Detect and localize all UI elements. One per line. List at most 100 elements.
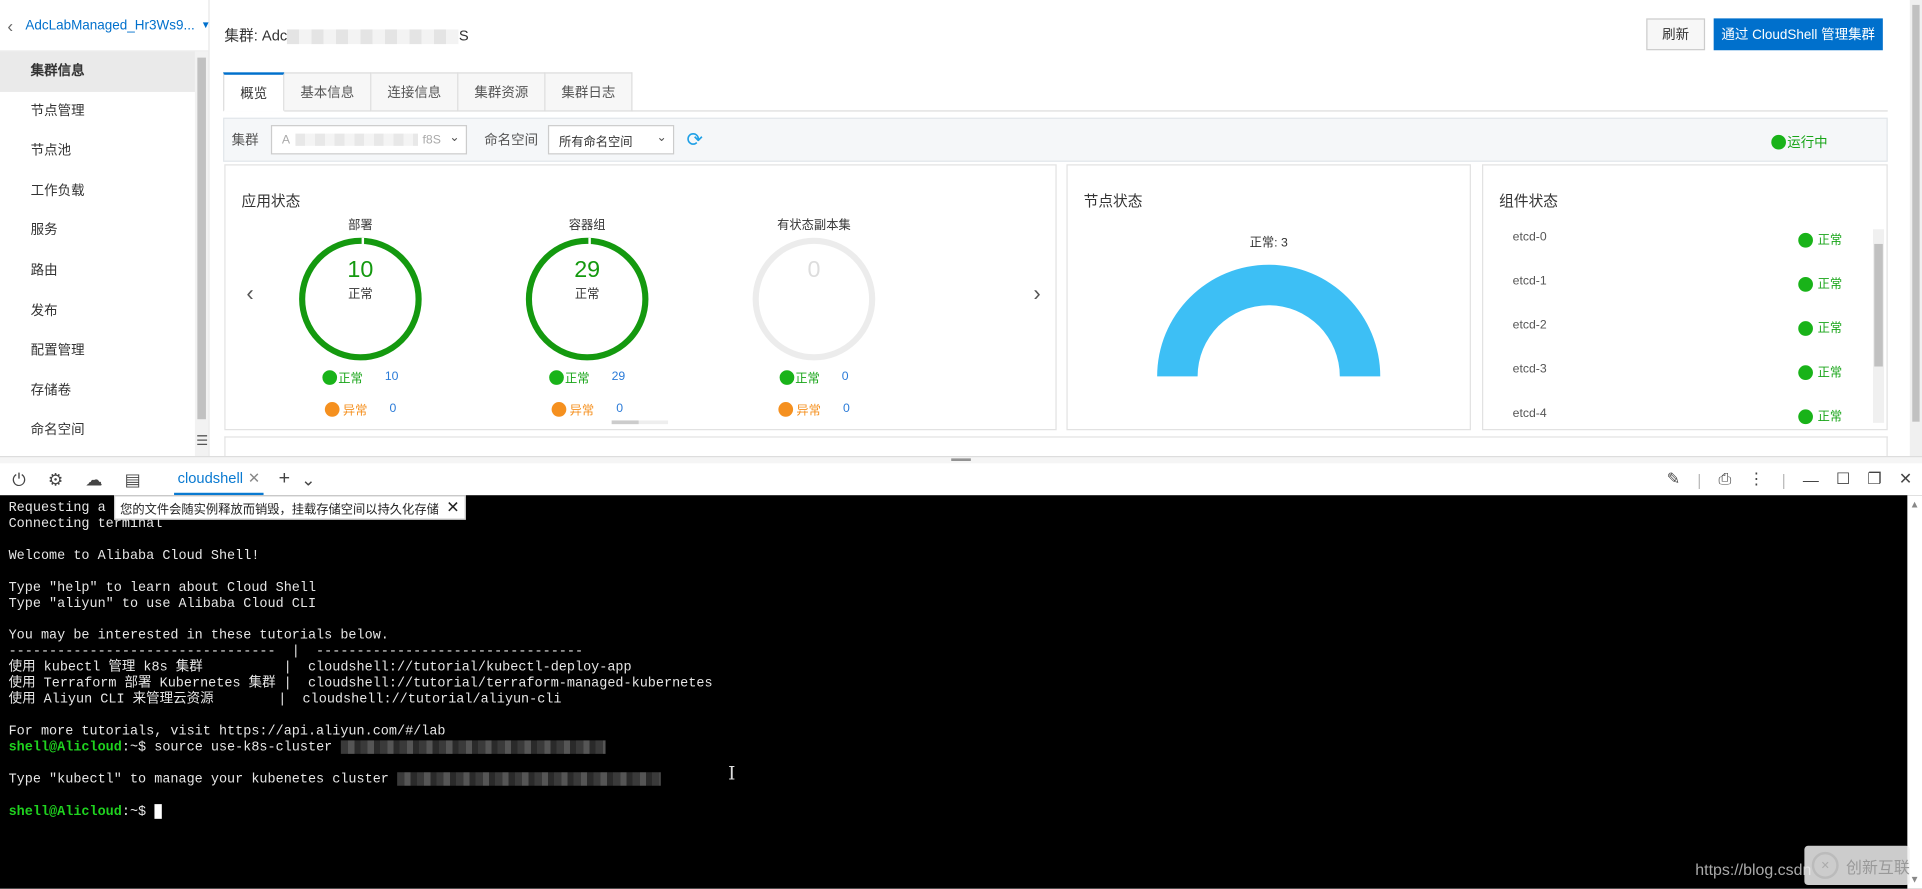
storage-tooltip: 您的文件会随实例释放而销毁，挂载存储空间以持久化存储 ✕ <box>113 495 466 520</box>
cloud-upload-icon[interactable]: ☁ <box>85 469 102 490</box>
sidebar-item-node-pool[interactable]: 节点池 <box>0 131 208 171</box>
scroll-up-icon[interactable]: ▲ <box>1910 499 1920 510</box>
tab-cluster-logs[interactable]: 集群日志 <box>545 72 633 112</box>
terminal-line: 使用 kubectl 管理 k8s 集群 | cloudshell://tuto… <box>8 660 632 676</box>
main-content: 集群: Adc S 刷新 通过 CloudShell 管理集群 概览 基本信息 连… <box>211 0 1910 456</box>
storage-icon[interactable]: ▤ <box>125 469 141 490</box>
ring-count: 29 <box>574 257 601 284</box>
refresh-icon[interactable]: ⟳ <box>686 127 702 152</box>
close-tooltip-icon[interactable]: ✕ <box>446 498 459 518</box>
shell-resize-handle[interactable] <box>0 455 1922 464</box>
tab-basic-info[interactable]: 基本信息 <box>284 72 372 112</box>
chevron-left-icon[interactable]: ‹ <box>246 281 253 307</box>
cluster-select[interactable]: A f8S ⌄ <box>270 125 468 155</box>
ring-count: 10 <box>347 257 374 284</box>
app-status-card: 应用状态 ‹ › 部署 10 正常 正常 10 异常 0 容器组 29 正常 正… <box>224 164 1057 431</box>
refresh-button[interactable]: 刷新 <box>1646 18 1706 51</box>
back-arrow-icon[interactable]: ‹ <box>7 15 13 35</box>
redacted-text <box>295 133 418 146</box>
logo-mark-icon: ✕ <box>1811 851 1839 879</box>
divider: | <box>1781 470 1786 489</box>
deployment-status: 部署 10 正常 正常 10 异常 0 <box>287 215 434 418</box>
component-status-card: 组件状态 etcd-0 正常 etcd-1 正常 etcd-2 正常 etcd-… <box>1481 164 1888 431</box>
terminal[interactable]: Requesting a Connecting terminal Welcome… <box>0 495 1922 889</box>
sidebar-item-namespaces[interactable]: 命名空间 <box>0 411 208 451</box>
tab-overview[interactable]: 概览 <box>223 72 285 112</box>
add-tab-icon[interactable]: + <box>279 468 290 490</box>
err-value[interactable]: 0 <box>843 402 850 415</box>
node-status-title: 节点状态 <box>1083 192 1143 210</box>
terminal-line: Welcome to Alibaba Cloud Shell! <box>8 549 260 564</box>
sidebar-item-releases[interactable]: 发布 <box>0 291 208 331</box>
page-scrollbar[interactable] <box>1909 0 1922 456</box>
shell-input: :~$ <box>121 805 155 820</box>
pod-ring: 29 正常 <box>525 237 649 361</box>
ok-dot-icon <box>1798 409 1813 425</box>
ok-dot-icon <box>322 369 338 385</box>
namespace-select[interactable]: 所有命名空间 ⌄ <box>547 125 675 155</box>
component-status-text: 正常 <box>1817 322 1843 336</box>
close-tab-icon[interactable]: ✕ <box>248 469 260 486</box>
cloudshell-manage-button[interactable]: 通过 CloudShell 管理集群 <box>1713 18 1883 51</box>
ok-label: 正常 <box>338 372 363 387</box>
scroll-down-icon[interactable]: ▼ <box>1910 874 1920 885</box>
component-status: 正常 <box>1798 362 1842 381</box>
tab-cluster-resources[interactable]: 集群资源 <box>458 72 546 112</box>
chevron-right-icon[interactable]: › <box>1033 281 1040 307</box>
print-icon[interactable]: ⎙ <box>1719 469 1732 489</box>
watermark-logo-text: 创新互联 <box>1846 857 1910 876</box>
sidebar-item-nodes[interactable]: 节点管理 <box>0 91 208 131</box>
tooltip-text: 您的文件会随实例释放而销毁，挂载存储空间以持久化存储 <box>120 503 439 517</box>
ok-dot-icon <box>1798 233 1813 249</box>
sidebar-item-config[interactable]: 配置管理 <box>0 331 208 371</box>
more-icon[interactable]: ⋮ <box>1748 469 1764 489</box>
component-row: etcd-3 正常 <box>1513 363 1844 381</box>
err-value[interactable]: 0 <box>389 402 396 415</box>
terminal-line: 使用 Aliyun CLI 来管理云资源 | cloudshell://tuto… <box>8 692 562 708</box>
sidebar-item-volumes[interactable]: 存储卷 <box>0 371 208 411</box>
chevron-down-icon[interactable]: ⌄ <box>301 469 315 490</box>
carousel-pager[interactable] <box>611 420 669 425</box>
ok-value[interactable]: 29 <box>612 370 626 383</box>
tab-connection-info[interactable]: 连接信息 <box>371 72 459 112</box>
restore-icon[interactable]: ❐ <box>1867 469 1881 489</box>
component-status: 正常 <box>1798 406 1842 425</box>
err-value[interactable]: 0 <box>616 402 623 415</box>
ring-title: 容器组 <box>568 219 606 233</box>
cluster-switcher[interactable]: ‹ AdcLabManaged_Hr3Ws9... ▼ <box>0 0 211 52</box>
sidebar-item-cluster-info[interactable]: 集群信息 <box>0 51 209 92</box>
close-icon[interactable]: ✕ <box>1899 469 1912 489</box>
ok-label: 正常 <box>795 372 820 387</box>
ok-value[interactable]: 10 <box>385 370 399 383</box>
terminal-line: shell@Alicloud:~$ <box>9 804 1914 820</box>
next-card-edge <box>224 436 1888 456</box>
terminal-scrollbar[interactable]: ▲ ▼ <box>1907 495 1922 889</box>
sidebar-item-routes[interactable]: 路由 <box>0 251 208 291</box>
pen-icon[interactable]: ✎ <box>1667 469 1680 489</box>
sidebar-item-services[interactable]: 服务 <box>0 211 208 251</box>
app-status-title: 应用状态 <box>241 192 301 210</box>
maximize-icon[interactable]: ☐ <box>1836 469 1850 489</box>
ring-title: 部署 <box>348 219 373 233</box>
ring-count: 0 <box>807 257 821 284</box>
minimize-icon[interactable]: — <box>1803 470 1819 488</box>
node-normal-label: 正常: 3 <box>1249 236 1288 251</box>
ok-stat: 正常 10 <box>287 368 434 386</box>
tab-cloudshell[interactable]: cloudshell ✕ <box>173 463 264 496</box>
sidebar-scrollbar[interactable] <box>194 51 209 456</box>
chevron-down-icon: ⌄ <box>449 131 460 145</box>
component-scrollbar[interactable] <box>1873 229 1885 423</box>
ok-value[interactable]: 0 <box>842 370 849 383</box>
filter-bar: 集群 A f8S ⌄ 命名空间 所有命名空间 ⌄ ⟳ 运行中 <box>223 117 1888 162</box>
power-icon[interactable]: ⏻ <box>12 469 26 490</box>
sidebar-item-workloads[interactable]: 工作负载 <box>0 171 208 211</box>
err-dot-icon <box>778 401 793 417</box>
caret-down-icon: ▼ <box>200 19 211 31</box>
terminal-line: For more tutorials, visit https://api.al… <box>8 724 446 740</box>
terminal-line: --------------------------------- | ----… <box>8 644 584 660</box>
shell-prompt: shell@Alicloud <box>8 805 122 820</box>
collapse-menu-icon[interactable]: ☰ <box>196 433 208 449</box>
ok-label: 正常 <box>565 372 590 387</box>
gear-icon[interactable]: ⚙ <box>48 469 63 490</box>
